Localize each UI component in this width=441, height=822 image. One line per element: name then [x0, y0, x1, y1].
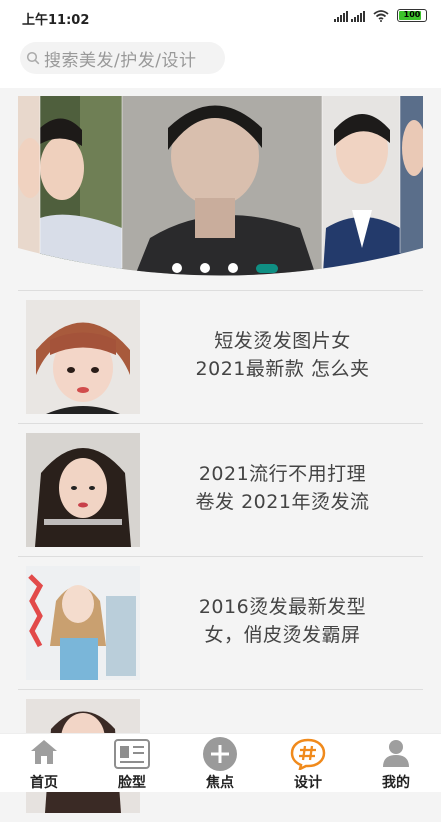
status-icons: 100: [334, 9, 427, 22]
battery-level: 100: [403, 10, 421, 19]
tab-mine[interactable]: 我的: [352, 734, 440, 792]
banner-carousel[interactable]: [0, 88, 441, 288]
list-item[interactable]: 2016烫发最新发型 女，俏皮烫发霸屏: [18, 556, 423, 689]
face-shape-icon: [114, 739, 150, 769]
tab-label: 脸型: [118, 775, 146, 791]
wifi-icon: [373, 9, 389, 22]
article-thumbnail: [26, 433, 140, 547]
tab-focus[interactable]: 焦点: [176, 734, 264, 792]
carousel-dot[interactable]: [172, 263, 182, 273]
search-bar-area: 搜索美发/护发/设计: [0, 34, 441, 88]
signal-icon: [334, 10, 365, 22]
search-input[interactable]: 搜索美发/护发/设计: [20, 42, 225, 74]
article-title: 2021流行不用打理 卷发 2021年烫发流: [195, 463, 370, 513]
carousel-dot[interactable]: [228, 263, 238, 273]
carousel-dot[interactable]: [200, 263, 210, 273]
carousel-dot-active[interactable]: [256, 263, 278, 273]
banner-images: [18, 96, 423, 276]
tab-home[interactable]: 首页: [0, 734, 88, 792]
tab-label: 设计: [294, 775, 322, 791]
user-icon: [383, 740, 409, 767]
bottom-tab-bar: 首页 脸型 焦点 设计 我的: [0, 733, 441, 792]
list-item[interactable]: 短发烫发图片女 2021最新款 怎么夹: [18, 290, 423, 423]
tab-design[interactable]: 设计: [264, 734, 352, 792]
article-thumbnail: [26, 300, 140, 414]
search-icon: [26, 51, 40, 65]
battery-icon: 100: [397, 9, 427, 22]
status-bar: 上午11:02 100: [0, 0, 441, 34]
list-item[interactable]: 2021流行不用打理 卷发 2021年烫发流: [18, 423, 423, 556]
tab-label: 焦点: [206, 775, 234, 791]
article-title: 2016烫发最新发型 女，俏皮烫发霸屏: [198, 596, 367, 646]
article-thumbnail: [26, 566, 140, 680]
tab-label: 首页: [30, 775, 58, 791]
hashtag-icon: [290, 738, 326, 770]
status-time: 上午11:02: [22, 13, 90, 28]
carousel-indicator[interactable]: [172, 263, 278, 273]
search-placeholder: 搜索美发/护发/设计: [44, 50, 197, 71]
tab-face-shape[interactable]: 脸型: [88, 734, 176, 792]
tab-label: 我的: [382, 775, 410, 791]
article-title: 短发烫发图片女 2021最新款 怎么夹: [195, 330, 370, 380]
plus-icon: [203, 737, 237, 771]
home-icon: [31, 740, 57, 764]
